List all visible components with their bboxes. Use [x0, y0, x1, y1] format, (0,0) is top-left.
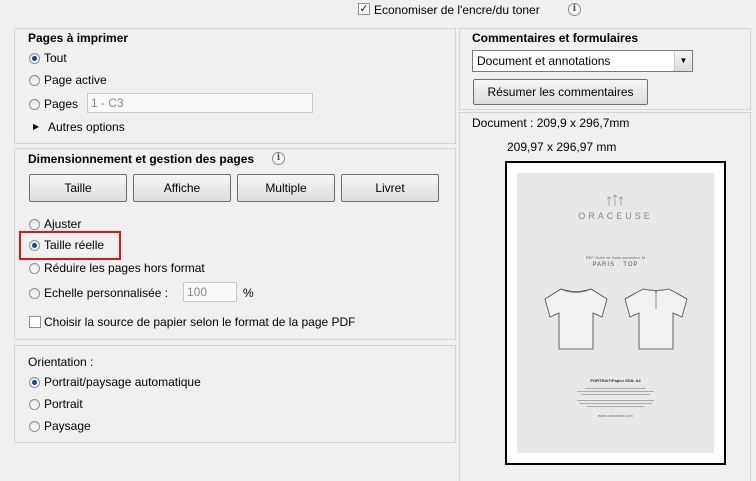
- radio-fit-label: Ajuster: [44, 217, 82, 231]
- radio-shrink-label: Réduire les pages hors format: [44, 261, 205, 275]
- print-preview: ORACEUSE REF. Robe de l'acte communo. M …: [505, 161, 726, 465]
- economize-toner-checkbox[interactable]: ✓: [358, 3, 370, 15]
- brand-logo-icon: [606, 194, 624, 206]
- preview-page: ORACEUSE REF. Robe de l'acte communo. M …: [517, 173, 714, 453]
- radio-auto-orientation[interactable]: [29, 377, 40, 388]
- pattern-ref: REF. Robe de l'acte communo. M: [585, 255, 646, 260]
- radio-auto-orientation-label: Portrait/paysage automatique: [44, 375, 201, 389]
- paper-source-checkbox[interactable]: [29, 316, 41, 328]
- info-icon[interactable]: i: [568, 3, 581, 16]
- comments-select[interactable]: Document et annotations ▼: [472, 50, 693, 72]
- pattern-title: PARIS · TOP: [592, 262, 639, 268]
- custom-scale-input[interactable]: 100: [183, 282, 237, 302]
- sizing-info-icon[interactable]: i: [272, 152, 285, 165]
- radio-landscape[interactable]: [29, 421, 40, 432]
- radio-fit[interactable]: [29, 219, 40, 230]
- summarize-comments-button[interactable]: Résumer les commentaires: [473, 79, 648, 105]
- radio-custom-scale-label: Echelle personnalisée :: [44, 286, 169, 300]
- booklet-button[interactable]: Livret: [341, 174, 439, 202]
- brand-website: www.oraceuse.com: [598, 413, 633, 418]
- scale-unit: %: [243, 286, 254, 300]
- pages-range-input[interactable]: 1 - C3: [87, 93, 313, 113]
- radio-landscape-label: Paysage: [44, 419, 91, 433]
- size-button[interactable]: Taille: [29, 174, 127, 202]
- radio-actual-size[interactable]: [29, 240, 40, 251]
- radio-active-page-label: Page active: [44, 73, 107, 87]
- radio-portrait[interactable]: [29, 399, 40, 410]
- economize-toner-label: Economiser de l'encre/du toner: [374, 3, 540, 17]
- expand-arrow-icon[interactable]: ▶: [33, 122, 39, 131]
- orientation-title: Orientation :: [28, 355, 94, 369]
- radio-pages[interactable]: [29, 99, 40, 110]
- comments-select-value: Document et annotations: [477, 54, 611, 68]
- sizing-title: Dimensionnement et gestion des pages: [28, 152, 255, 166]
- poster-button[interactable]: Affiche: [133, 174, 231, 202]
- radio-all-pages-label: Tout: [44, 51, 67, 65]
- comments-title: Commentaires et formulaires: [472, 31, 639, 45]
- more-options-link[interactable]: Autres options: [48, 120, 125, 134]
- pages-title: Pages à imprimer: [28, 31, 129, 45]
- radio-active-page[interactable]: [29, 75, 40, 86]
- radio-actual-size-label: Taille réelle: [44, 238, 105, 252]
- radio-portrait-label: Portrait: [44, 397, 83, 411]
- radio-shrink[interactable]: [29, 263, 40, 274]
- radio-all-pages[interactable]: [29, 53, 40, 64]
- paper-source-label: Choisir la source de papier selon le for…: [44, 315, 356, 329]
- garment-front-illustration: [544, 288, 608, 350]
- garment-back-illustration: [624, 288, 688, 350]
- radio-pages-label: Pages: [44, 97, 79, 111]
- preview-text-lines: [577, 386, 654, 409]
- page-size-label: 209,97 x 296,97 mm: [507, 140, 617, 154]
- multiple-button[interactable]: Multiple: [237, 174, 335, 202]
- document-size-label: Document : 209,9 x 296,7mm: [472, 116, 630, 130]
- brand-name: ORACEUSE: [578, 211, 653, 221]
- radio-custom-scale[interactable]: [29, 288, 40, 299]
- pattern-format: PORTRAIT/Papier EDIt: A4: [590, 378, 641, 383]
- chevron-down-icon[interactable]: ▼: [674, 51, 692, 71]
